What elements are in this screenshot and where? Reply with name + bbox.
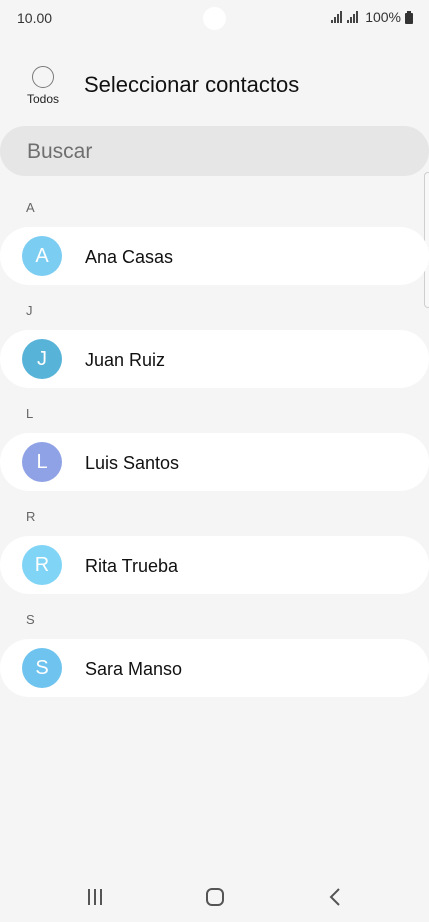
contact-item-sara-manso[interactable]: S Sara Manso xyxy=(0,639,429,697)
contact-name: Luis Santos xyxy=(85,453,180,473)
home-icon xyxy=(205,887,225,907)
header: Todos Seleccionar contactos xyxy=(0,60,429,110)
avatar: J xyxy=(22,339,62,379)
avatar: R xyxy=(22,545,62,585)
search-placeholder: Buscar xyxy=(27,140,93,163)
select-all-label: Todos xyxy=(26,92,60,106)
contact-name: Ana Casas xyxy=(85,247,174,267)
avatar: A xyxy=(22,236,62,276)
contact-name: Juan Ruiz xyxy=(85,350,166,370)
battery-percent: 100% xyxy=(365,9,401,25)
contact-item-juan-ruiz[interactable]: J Juan Ruiz xyxy=(0,330,429,388)
status-time: 10.00 xyxy=(17,10,53,26)
contact-name: Sara Manso xyxy=(85,659,183,679)
avatar: S xyxy=(22,648,62,688)
section-header-j: J xyxy=(26,303,33,318)
select-all-checkbox[interactable]: Todos xyxy=(22,66,64,106)
status-bar: 10.00 100% xyxy=(0,0,429,36)
contact-name: Rita Trueba xyxy=(85,556,179,576)
contact-item-luis-santos[interactable]: L Luis Santos xyxy=(0,433,429,491)
home-button[interactable] xyxy=(200,882,230,912)
status-indicators: 100% xyxy=(331,9,413,25)
battery-icon xyxy=(405,10,413,24)
section-header-a: A xyxy=(26,200,35,215)
navigation-bar xyxy=(0,870,429,922)
section-header-l: L xyxy=(26,406,34,421)
avatar: L xyxy=(22,442,62,482)
search-input[interactable]: Buscar xyxy=(0,126,429,176)
page-title: Seleccionar contactos xyxy=(84,72,300,97)
contact-item-ana-casas[interactable]: A Ana Casas xyxy=(0,227,429,285)
back-button[interactable] xyxy=(320,882,350,912)
section-header-s: S xyxy=(26,612,35,627)
recent-apps-icon xyxy=(86,888,104,906)
contact-item-rita-trueba[interactable]: R Rita Trueba xyxy=(0,536,429,594)
signal-icon xyxy=(331,11,361,23)
section-header-r: R xyxy=(26,509,36,524)
back-icon xyxy=(328,887,342,907)
select-all-circle-icon[interactable] xyxy=(32,66,54,88)
recent-apps-button[interactable] xyxy=(80,882,110,912)
camera-cutout xyxy=(203,7,226,30)
